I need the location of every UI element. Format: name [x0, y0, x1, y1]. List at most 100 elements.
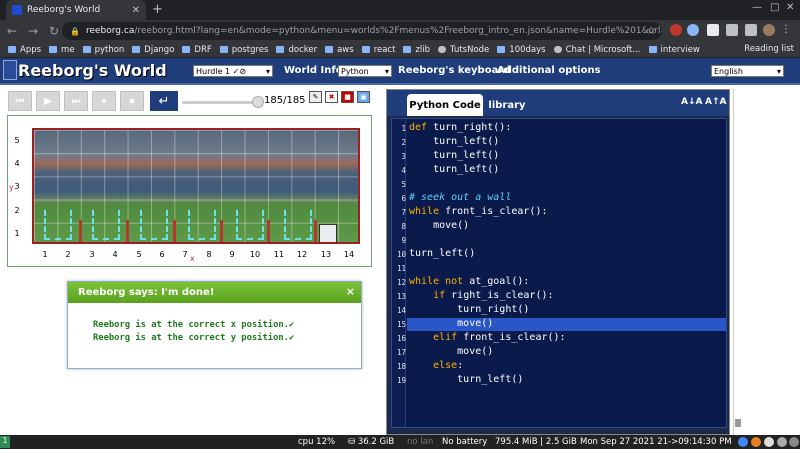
tab-close-icon[interactable]: ✕: [132, 5, 140, 16]
new-tab-icon[interactable]: +: [152, 2, 163, 17]
bookmark-item[interactable]: me: [49, 45, 75, 55]
line-number: 18: [396, 362, 406, 371]
tray-icon[interactable]: [789, 437, 799, 447]
browser-tab[interactable]: Reeborg's World ✕: [6, 0, 146, 20]
code-line[interactable]: turn_left(): [409, 136, 499, 147]
code-keyword: elif: [433, 332, 458, 343]
code-line[interactable]: elif front_is_clear():: [409, 332, 565, 343]
reload-world-button[interactable]: ↵: [150, 91, 178, 111]
run-button[interactable]: ▶: [36, 91, 60, 111]
chrome-tray-icon[interactable]: [738, 437, 748, 447]
step-button[interactable]: ⏭: [64, 91, 88, 111]
bookmark-apps[interactable]: Apps: [8, 45, 41, 55]
code-line[interactable]: if right_is_clear():: [409, 290, 553, 301]
bookmark-item[interactable]: DRF: [182, 45, 212, 55]
code-line[interactable]: turn_left(): [409, 374, 523, 385]
code-text: :: [457, 360, 464, 371]
bookmark-item[interactable]: postgres: [219, 45, 268, 55]
bookmark-item[interactable]: zlib: [403, 45, 430, 55]
forward-icon[interactable]: →: [24, 24, 42, 38]
additional-options-button[interactable]: Additional options: [497, 65, 601, 76]
line-number: 17: [396, 348, 406, 357]
code-line[interactable]: move(): [409, 318, 493, 329]
folder-icon: [49, 46, 58, 53]
code-line[interactable]: # seek out a wall: [409, 192, 511, 203]
world-grid: [32, 128, 360, 244]
reload-button[interactable]: ⏮: [8, 91, 32, 111]
profile-avatar[interactable]: [763, 24, 775, 36]
extension-icon[interactable]: [687, 24, 699, 36]
pause-button[interactable]: ⏸: [92, 91, 116, 111]
x-axis-label: x: [190, 254, 195, 263]
code-text: turn_left(): [409, 150, 500, 161]
code-line[interactable]: while not at_goal():: [409, 276, 529, 287]
reading-list[interactable]: Reading list: [744, 44, 794, 54]
clear-icon[interactable]: ✖: [325, 91, 338, 103]
workspace-indicator[interactable]: 1: [0, 436, 10, 448]
dialog-close-icon[interactable]: ×: [346, 285, 355, 298]
line-number: 16: [396, 334, 406, 343]
font-decrease-button[interactable]: A↓A: [681, 97, 702, 107]
code-area[interactable]: 1 def turn_right(): 2 turn_left() 3 turn_le…: [391, 118, 727, 428]
code-line[interactable]: turn_left(): [409, 150, 499, 161]
hurdle-wall: [173, 220, 176, 242]
bookmark-item[interactable]: TutsNode: [438, 45, 489, 55]
code-line[interactable]: while front_is_clear():: [409, 206, 547, 217]
trace-path: [188, 210, 216, 240]
scrollbar-thumb[interactable]: [735, 419, 741, 427]
back-icon[interactable]: ←: [3, 24, 21, 38]
highlight-icon[interactable]: ■: [341, 91, 354, 103]
code-line[interactable]: turn_left(): [409, 248, 475, 259]
bookmark-item[interactable]: docker: [276, 45, 317, 55]
tab-python-code[interactable]: Python Code: [407, 94, 483, 116]
maximize-icon[interactable]: □: [770, 2, 779, 13]
extensions-puzzle-icon[interactable]: [726, 24, 738, 36]
code-line[interactable]: turn_left(): [409, 164, 499, 175]
code-line[interactable]: move(): [409, 220, 469, 231]
stop-button[interactable]: ⏹: [120, 91, 144, 111]
bookmark-item[interactable]: 100days: [497, 45, 546, 55]
bookmark-item[interactable]: react: [361, 45, 395, 55]
bookmark-star-icon[interactable]: ☆: [646, 24, 656, 37]
bookmark-item[interactable]: python: [82, 45, 124, 55]
tray-icon[interactable]: [764, 437, 774, 447]
menu-kebab-icon[interactable]: ⋮: [781, 24, 793, 36]
minimize-icon[interactable]: —: [752, 2, 762, 13]
folder-icon: [219, 46, 228, 53]
tray-icon[interactable]: [751, 437, 761, 447]
extension-icon[interactable]: [707, 24, 719, 36]
extension-icon[interactable]: [670, 24, 682, 36]
bookmark-item[interactable]: aws: [325, 45, 354, 55]
tray-icon[interactable]: [777, 437, 787, 447]
mode-select[interactable]: Python: [338, 65, 392, 77]
page-scrollbar[interactable]: [733, 89, 741, 435]
world-info-button[interactable]: World Info: [284, 65, 343, 76]
line-number: 14: [396, 306, 406, 315]
line-number: 3: [401, 152, 406, 161]
bookmark-item[interactable]: Django: [132, 45, 174, 55]
close-window-icon[interactable]: ✕: [786, 2, 794, 13]
reeborg-logo-icon: [3, 60, 17, 80]
address-bar[interactable]: 🔒 reeborg.ca /reeborg.html?lang=en&mode=…: [62, 22, 662, 40]
reload-icon[interactable]: ↻: [45, 24, 63, 38]
step-slider[interactable]: [182, 101, 260, 104]
code-line[interactable]: else:: [409, 360, 463, 371]
image-icon[interactable]: ▣: [357, 91, 370, 103]
media-icon[interactable]: [745, 24, 757, 36]
line-number: 12: [396, 278, 406, 287]
code-text: turn_left(): [409, 164, 500, 175]
step-slider-handle[interactable]: [252, 96, 264, 108]
x-tick-label: 11: [273, 250, 285, 259]
language-select[interactable]: English: [711, 65, 784, 77]
tab-library[interactable]: library: [483, 94, 531, 116]
step-counter: 185/185: [264, 95, 306, 106]
edit-world-icon[interactable]: ✎: [309, 91, 322, 103]
bookmark-item[interactable]: interview: [648, 45, 700, 55]
code-line[interactable]: move(): [409, 346, 493, 357]
code-line[interactable]: turn_right(): [409, 304, 529, 315]
code-line[interactable]: def turn_right():: [409, 122, 511, 133]
bookmark-item[interactable]: Chat | Microsoft...: [553, 45, 641, 55]
world-select[interactable]: Hurdle 1 ✓⊘: [193, 65, 273, 77]
keyboard-button[interactable]: Reeborg's keyboard: [398, 65, 510, 76]
font-increase-button[interactable]: A↑A: [705, 97, 726, 107]
